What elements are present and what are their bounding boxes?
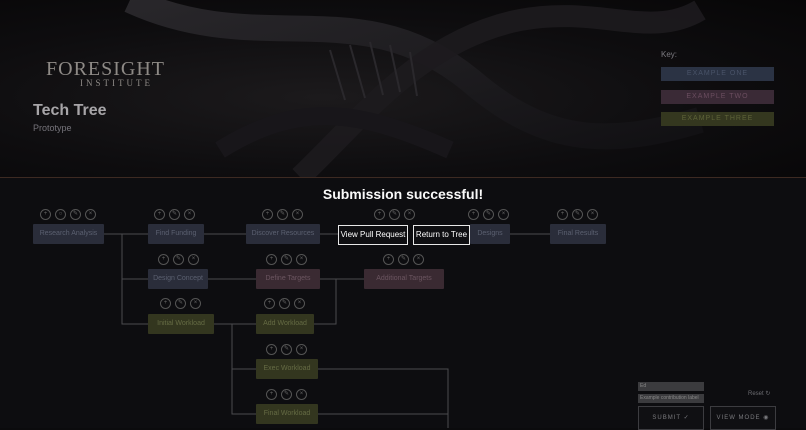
edit-icon[interactable]: ✎ [281,389,292,400]
add-icon[interactable]: + [468,209,479,220]
page-title: Tech Tree [33,102,107,119]
node-actions[interactable]: + ✎ × [154,209,195,220]
add-icon[interactable]: + [557,209,568,220]
node-actions[interactable]: + ✎ × [264,298,305,309]
add-icon[interactable]: + [262,209,273,220]
node-actions[interactable]: + ✎ × [383,254,424,265]
node-actions[interactable]: + ✎ × [158,254,199,265]
delete-icon[interactable]: × [190,298,201,309]
edit-icon[interactable]: ✎ [173,254,184,265]
node-actions[interactable]: + ✎ × [266,389,307,400]
edit-icon[interactable]: ✎ [483,209,494,220]
delete-icon[interactable]: × [188,254,199,265]
edit-icon[interactable]: ✎ [277,209,288,220]
tree-node[interactable]: Discover Resources [246,224,320,244]
reset-button[interactable]: Reset ↻ [748,390,770,397]
return-to-tree-button[interactable]: Return to Tree [413,225,470,245]
delete-icon[interactable]: × [587,209,598,220]
view-pull-request-button[interactable]: View Pull Request [338,225,408,245]
page-header: FORESIGHT INSTITUTE Tech Tree Prototype … [0,0,806,177]
tree-node[interactable]: Design Concept [148,269,208,289]
eye-icon: ◉ [763,415,770,421]
edit-icon[interactable]: ✎ [281,344,292,355]
contributor-input[interactable]: Ed [638,382,704,391]
tree-node[interactable]: Initial Workload [148,314,214,334]
edit-icon[interactable]: ✎ [279,298,290,309]
node-actions[interactable]: + ○ ✎ × [40,209,96,220]
node-actions[interactable]: + ✎ × [262,209,303,220]
delete-icon[interactable]: × [184,209,195,220]
add-icon[interactable]: + [40,209,51,220]
delete-icon[interactable]: × [294,298,305,309]
delete-icon[interactable]: × [296,254,307,265]
delete-icon[interactable]: × [296,344,307,355]
node-actions[interactable]: + ✎ × [557,209,598,220]
delete-icon[interactable]: × [296,389,307,400]
refresh-icon: ↻ [765,391,771,397]
tree-node[interactable]: Additional Targets [364,269,444,289]
tree-node[interactable]: Exec Workload [256,359,318,379]
delete-icon[interactable]: × [85,209,96,220]
add-icon[interactable]: + [158,254,169,265]
add-icon[interactable]: + [160,298,171,309]
tree-node[interactable]: Research Analysis [33,224,104,244]
submit-label: SUBMIT [652,415,681,421]
reset-label: Reset [748,391,764,397]
edit-icon[interactable]: ✎ [70,209,81,220]
tree-node[interactable]: Find Funding [148,224,204,244]
foresight-logo[interactable]: FORESIGHT INSTITUTE [46,58,165,88]
link-icon[interactable]: ○ [55,209,66,220]
logo-subtext: INSTITUTE [80,78,153,88]
tree-node[interactable]: Final Workload [256,404,318,424]
node-actions[interactable]: + ✎ × [266,254,307,265]
tree-node[interactable]: Final Results [550,224,606,244]
edit-icon[interactable]: ✎ [398,254,409,265]
node-actions[interactable]: + ✎ × [374,209,415,220]
edit-icon[interactable]: ✎ [572,209,583,220]
add-icon[interactable]: + [266,389,277,400]
tree-node[interactable]: Define Targets [256,269,320,289]
tree-node[interactable]: Add Workload [256,314,314,334]
edit-icon[interactable]: ✎ [389,209,400,220]
node-actions[interactable]: + ✎ × [266,344,307,355]
delete-icon[interactable]: × [413,254,424,265]
edit-icon[interactable]: ✎ [175,298,186,309]
key-item-three: EXAMPLE THREE [661,112,774,126]
description-input[interactable]: Example contribution label [638,394,704,403]
submit-button[interactable]: SUBMIT ✓ [638,406,704,430]
check-icon: ✓ [683,415,690,421]
view-mode-label: VIEW MODE [716,415,761,421]
dna-background-art [124,0,706,177]
view-mode-button[interactable]: VIEW MODE ◉ [710,406,776,430]
edit-icon[interactable]: ✎ [281,254,292,265]
add-icon[interactable]: + [154,209,165,220]
delete-icon[interactable]: × [498,209,509,220]
key-item-two: EXAMPLE TWO [661,90,774,104]
add-icon[interactable]: + [266,344,277,355]
key-item-one: EXAMPLE ONE [661,67,774,81]
key-label: Key: [661,50,678,59]
add-icon[interactable]: + [383,254,394,265]
node-actions[interactable]: + ✎ × [160,298,201,309]
edit-icon[interactable]: ✎ [169,209,180,220]
add-icon[interactable]: + [266,254,277,265]
node-actions[interactable]: + ✎ × [468,209,509,220]
add-icon[interactable]: + [264,298,275,309]
tree-node[interactable]: Designs [470,224,510,244]
page-subtitle: Prototype [33,123,72,133]
delete-icon[interactable]: × [404,209,415,220]
delete-icon[interactable]: × [292,209,303,220]
submission-success-message: Submission successful! [322,186,484,202]
add-icon[interactable]: + [374,209,385,220]
